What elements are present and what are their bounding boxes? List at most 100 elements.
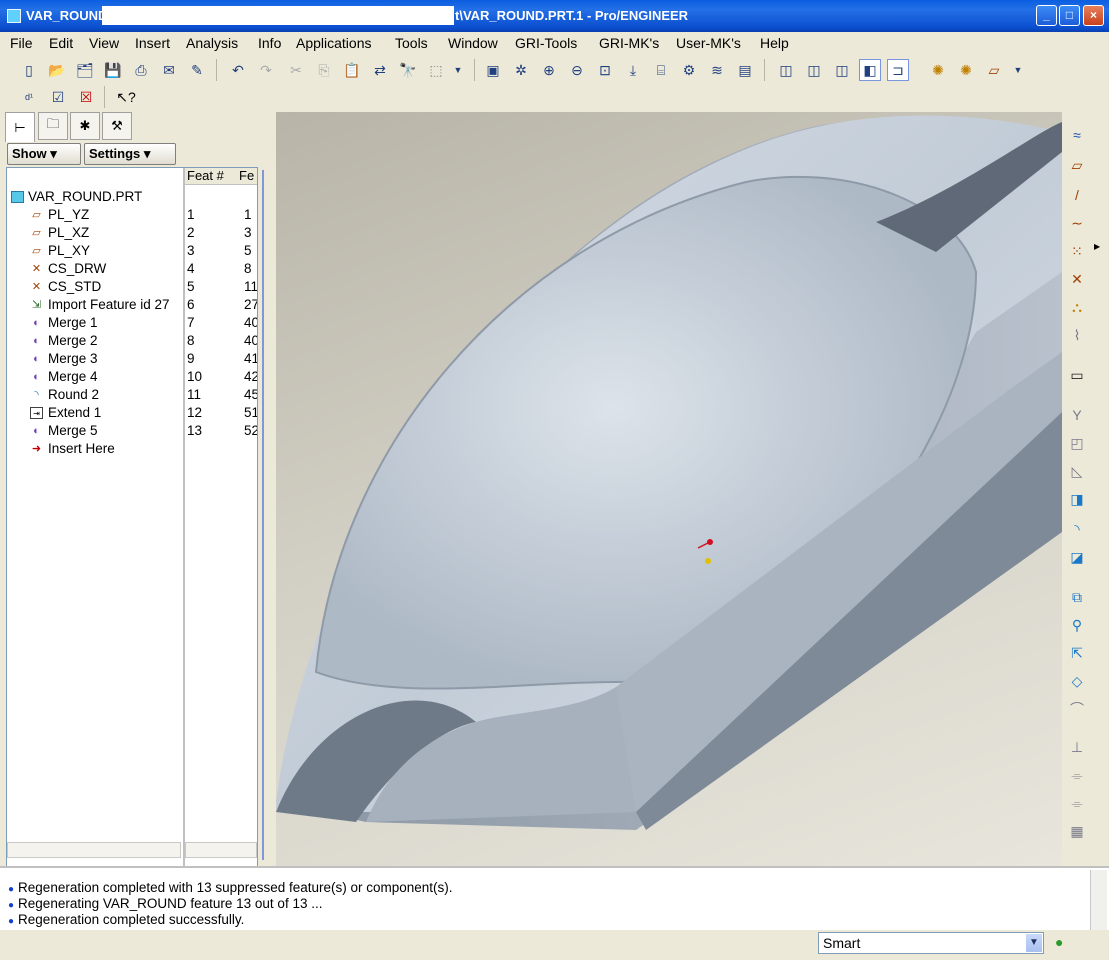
intersect-tool-icon[interactable]: ⌯ (1066, 764, 1088, 786)
menu-info[interactable]: Info (258, 35, 281, 51)
tree-item[interactable]: ◐ Merge 5 13 52 (7, 422, 257, 440)
redo-icon[interactable]: ↷ (255, 59, 277, 81)
cut-icon[interactable]: ✂ (285, 59, 307, 81)
layers-icon[interactable]: ≋ (706, 59, 728, 81)
menu-user-mks[interactable]: User-MK's (676, 35, 741, 51)
chevron-right-icon[interactable]: ▶ (1094, 242, 1100, 251)
shell-tool-icon[interactable]: ◰ (1066, 432, 1088, 454)
tree-item[interactable]: ✕ CS_STD 5 11 (7, 278, 257, 296)
wireframe-icon[interactable]: ◫ (775, 59, 797, 81)
close-button[interactable]: × (1083, 5, 1104, 26)
menu-analysis[interactable]: Analysis (186, 35, 238, 51)
tree-item[interactable]: ◐ Merge 4 10 42 (7, 368, 257, 386)
menu-gri-mks[interactable]: GRI-MK's (599, 35, 659, 51)
sketch-tool-icon[interactable]: ≈ (1066, 124, 1088, 146)
datum-axes-icon[interactable]: ✺ (927, 59, 949, 81)
tree-root[interactable]: VAR_ROUND.PRT (7, 188, 257, 206)
menu-insert[interactable]: Insert (135, 35, 170, 51)
tree-horizontal-scrollbar[interactable] (7, 842, 181, 858)
show-button[interactable]: Show ▾ (7, 143, 81, 165)
mirror-tool-icon[interactable]: ⚲ (1066, 614, 1088, 636)
context-help-icon[interactable]: ↖? (115, 86, 137, 108)
menu-view[interactable]: View (89, 35, 119, 51)
offset-tool-icon[interactable]: ⌒ (1066, 698, 1088, 720)
view-manager-icon[interactable]: ⚙ (678, 59, 700, 81)
tree-item[interactable]: ⇥ Extend 1 12 51 (7, 404, 257, 422)
chevron-down-icon[interactable]: ▼ (1026, 934, 1042, 952)
tree-item[interactable]: ⇲ Import Feature id 27 6 27 (7, 296, 257, 314)
move-tool-icon[interactable]: ⇱ (1066, 642, 1088, 664)
tree-item[interactable]: ▱ PL_XZ 2 3 (7, 224, 257, 242)
tab-model-tree[interactable]: ⊢ (5, 112, 35, 142)
menu-window[interactable]: Window (448, 35, 498, 51)
round-tool-icon[interactable]: ◝ (1066, 518, 1088, 540)
no-hidden-icon[interactable]: ◫ (831, 59, 853, 81)
message-scrollbar[interactable] (1090, 870, 1107, 930)
datum-axis-tool-icon[interactable]: / (1066, 184, 1088, 206)
panel-splitter[interactable] (262, 110, 276, 866)
maximize-button[interactable]: □ (1059, 5, 1080, 26)
edit-icon[interactable]: ✎ (186, 59, 208, 81)
datum-planes-icon[interactable]: ▱ (983, 59, 1005, 81)
tab-connections[interactable]: ⚒ (102, 112, 132, 140)
surface-tool-icon[interactable]: ◇ (1066, 670, 1088, 692)
orient-icon[interactable]: ⤓ (622, 59, 644, 81)
tab-folder-browser[interactable]: 🗀 (38, 112, 68, 140)
selection-filter-dropdown[interactable]: Smart ▼ (818, 932, 1044, 954)
tree-item[interactable]: ◐ Merge 1 7 40 (7, 314, 257, 332)
print-icon[interactable]: ⎙ (130, 59, 152, 81)
menu-help[interactable]: Help (760, 35, 789, 51)
extrude-tool-icon[interactable]: Y (1066, 404, 1088, 426)
menu-tools[interactable]: Tools (395, 35, 428, 51)
settings-button[interactable]: Settings ▾ (84, 143, 176, 165)
annotation-tool-icon[interactable]: ▭ (1066, 364, 1088, 386)
datum-point-tool-icon[interactable]: ⁙ (1066, 240, 1088, 262)
undo-icon[interactable]: ↶ (227, 59, 249, 81)
regenerate-icon[interactable]: ⇄ (369, 59, 391, 81)
insert-here-marker[interactable]: ➜ Insert Here (7, 440, 257, 458)
select-box-icon[interactable]: ⬚ (425, 59, 447, 81)
trim-tool-icon[interactable]: ⊥ (1066, 736, 1088, 758)
zoom-in-icon[interactable]: ⊕ (538, 59, 560, 81)
accept-icon[interactable]: ☑ (47, 86, 69, 108)
column-header-fe[interactable]: Fe (237, 168, 257, 185)
refit-icon[interactable]: ⊡ (594, 59, 616, 81)
menu-applications[interactable]: Applications (296, 35, 372, 51)
datum-points-icon[interactable]: ✺ (955, 59, 977, 81)
tree-item[interactable]: ◝ Round 2 11 45 (7, 386, 257, 404)
hidden-line-icon[interactable]: ◫ (803, 59, 825, 81)
draft-tool-icon[interactable]: ◺ (1066, 460, 1088, 482)
column-header-feat-number[interactable]: Feat # (185, 168, 237, 185)
tab-favorites[interactable]: ✱ (70, 112, 100, 140)
open-icon[interactable]: 📂 (46, 59, 68, 81)
tree-item[interactable]: ✕ CS_DRW 4 8 (7, 260, 257, 278)
shading-icon[interactable]: ◧ (859, 59, 881, 81)
tree-item[interactable]: ◐ Merge 2 8 40 (7, 332, 257, 350)
chevron-down-icon[interactable]: ▼ (447, 59, 469, 81)
find-icon[interactable]: 🔭 (397, 59, 419, 81)
minimize-button[interactable]: _ (1036, 5, 1057, 26)
new-icon[interactable]: ▯ (18, 59, 40, 81)
coordinate-system-tool-icon[interactable]: ✕ (1066, 268, 1088, 290)
datum-curve-tool-icon[interactable]: ∼ (1066, 212, 1088, 234)
model-tree-toggle-icon[interactable]: ⊐ (887, 59, 909, 81)
send-mail-icon[interactable]: ✉ (158, 59, 180, 81)
datum-plane-tool-icon[interactable]: ▱ (1066, 154, 1088, 176)
copy-tool-icon[interactable]: ⧉ (1066, 586, 1088, 608)
saved-views-icon[interactable]: ⌸ (650, 59, 672, 81)
dimension-toggle-icon[interactable]: d¹ (18, 86, 40, 108)
tree-item[interactable]: ▱ PL_XY 3 5 (7, 242, 257, 260)
paste-icon[interactable]: 📋 (341, 59, 363, 81)
columns-horizontal-scrollbar[interactable] (185, 842, 257, 858)
menu-edit[interactable]: Edit (49, 35, 73, 51)
spin-center-icon[interactable]: ✲ (510, 59, 532, 81)
cancel-icon[interactable]: ☒ (75, 86, 97, 108)
copy-icon[interactable]: ⎘ (313, 59, 335, 81)
boundary-tool-icon[interactable]: ◨ (1066, 488, 1088, 510)
graphics-window[interactable] (276, 112, 1062, 866)
chamfer-tool-icon[interactable]: ◪ (1066, 546, 1088, 568)
curve-tool-icon[interactable]: ⌇ (1066, 324, 1088, 346)
menu-file[interactable]: File (10, 35, 33, 51)
save-icon[interactable]: 💾 (102, 59, 124, 81)
menu-gri-tools[interactable]: GRI-Tools (515, 35, 577, 51)
